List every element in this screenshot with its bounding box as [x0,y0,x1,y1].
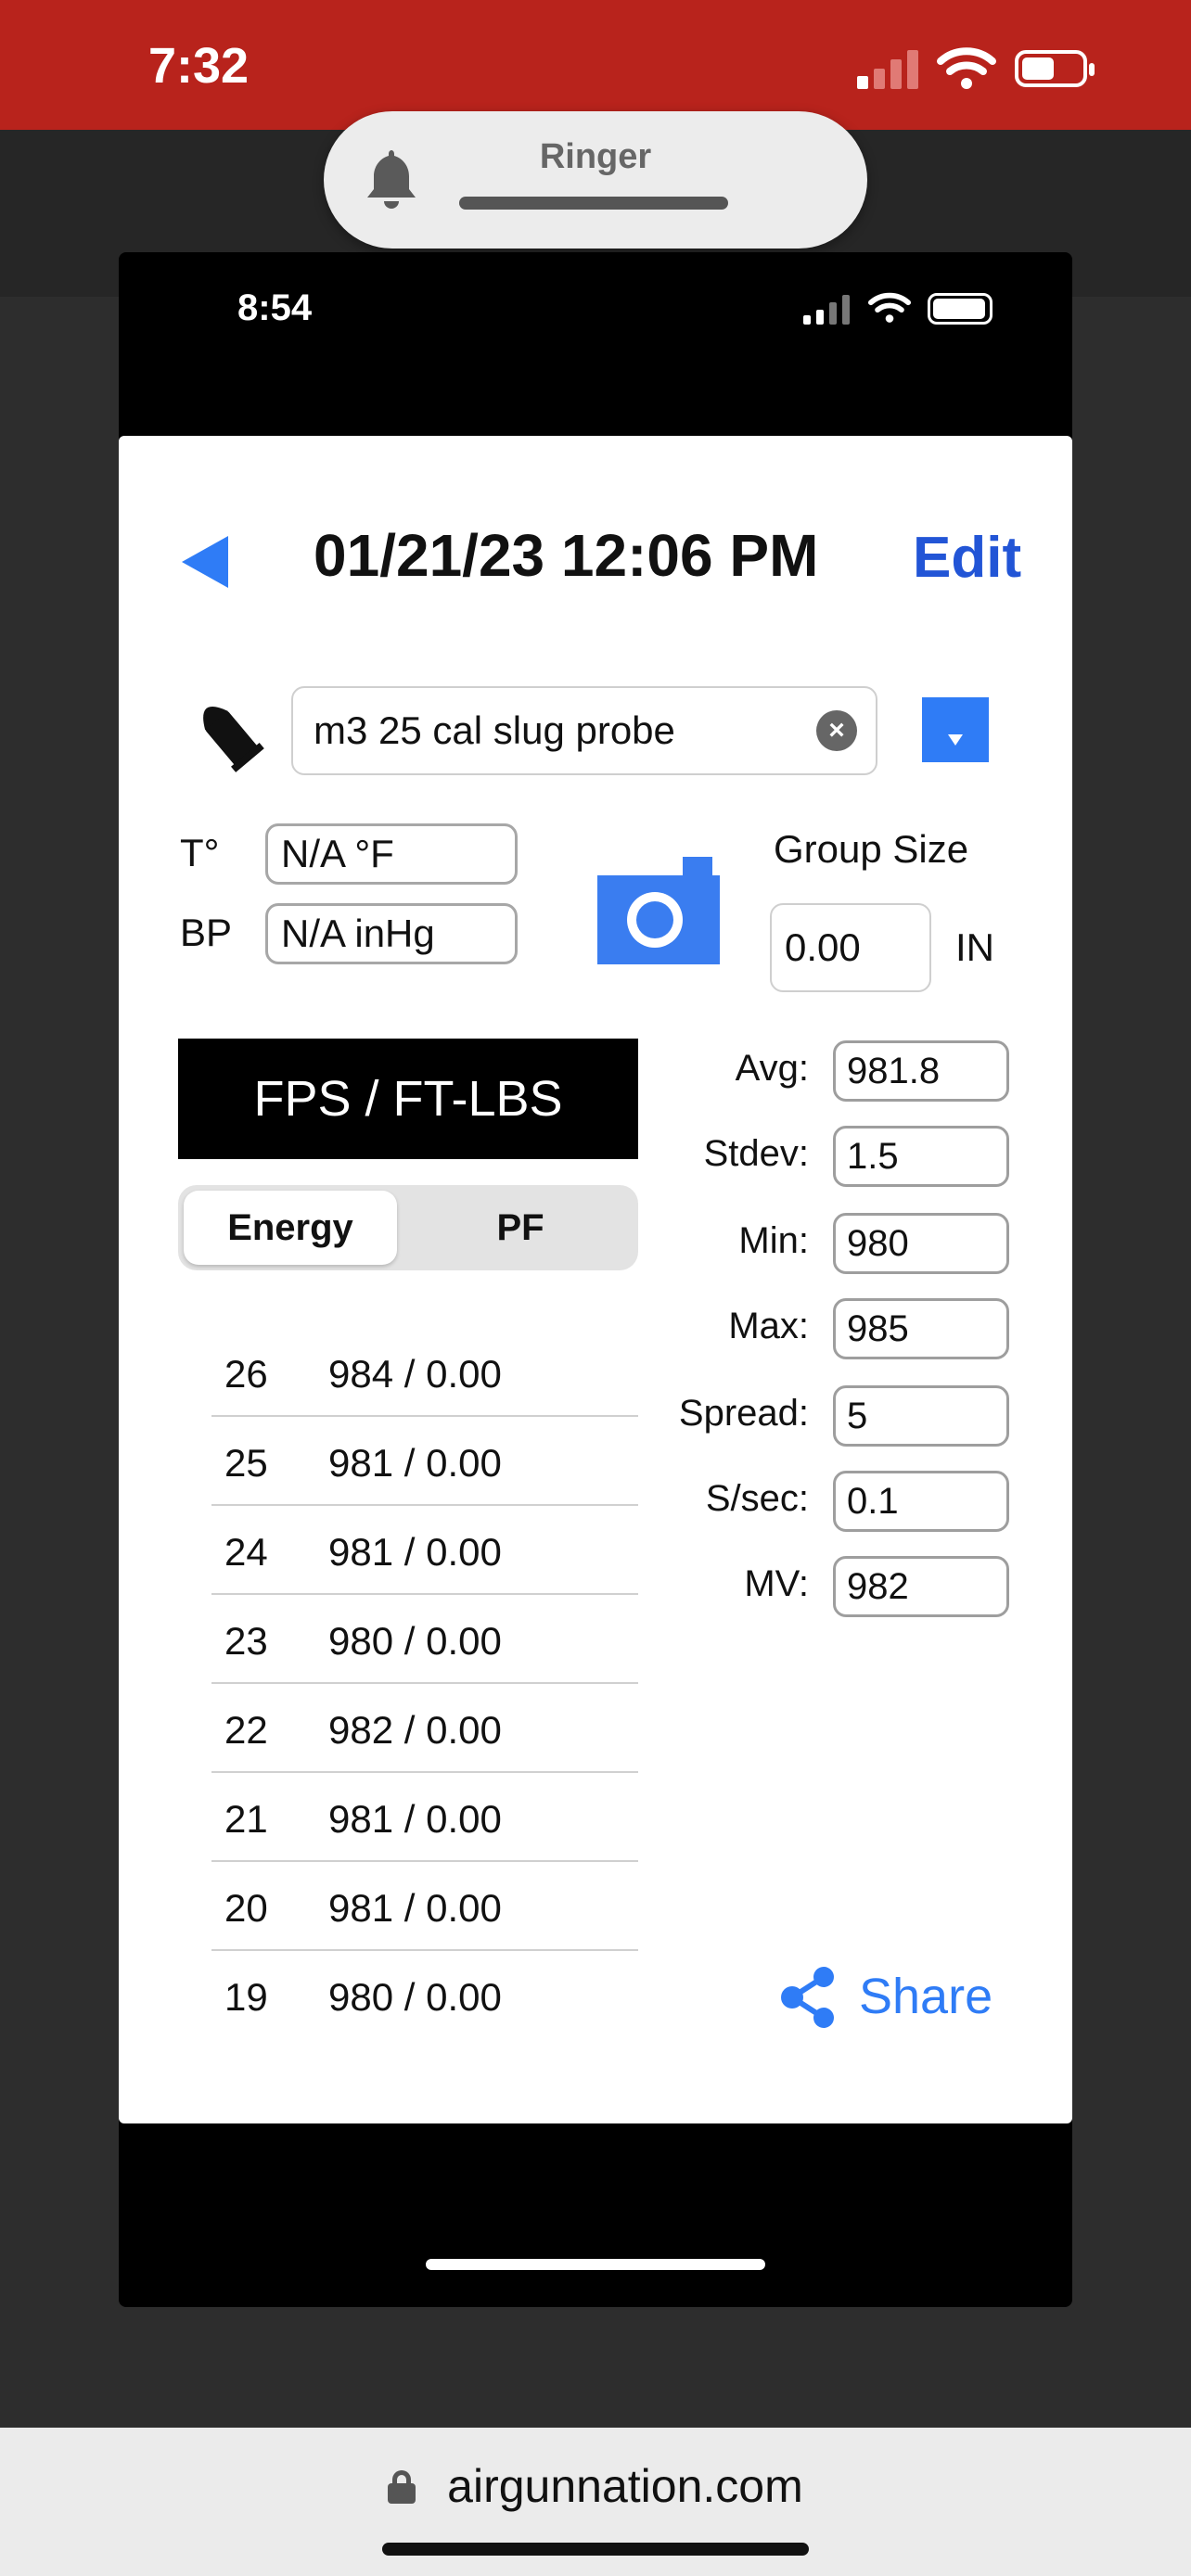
stat-mv-field[interactable]: 982 [833,1556,1009,1617]
group-size-field[interactable]: 0.00 [770,903,931,992]
inner-home-indicator[interactable] [426,2259,765,2270]
clear-icon[interactable]: × [816,710,857,751]
stat-min-field[interactable]: 980 [833,1213,1009,1274]
mode-header-label: FPS / FT-LBS [253,1071,563,1127]
shot-value: 981 / 0.00 [328,1797,502,1841]
shot-row[interactable]: 25 981 / 0.00 [211,1417,638,1506]
stat-avg-label: Avg: [735,1048,809,1089]
battery-icon [1015,50,1095,87]
shot-row[interactable]: 22 982 / 0.00 [211,1684,638,1773]
temp-value: N/A °F [281,832,394,875]
stat-min-label: Min: [738,1220,809,1261]
stat-avg-field[interactable]: 981.8 [833,1040,1009,1102]
back-arrow-icon[interactable] [178,532,232,592]
shot-row[interactable]: 21 981 / 0.00 [211,1773,638,1862]
shot-number: 20 [224,1886,268,1930]
group-size-value: 0.00 [785,925,861,969]
bp-value: N/A inHg [281,912,435,955]
session-datetime: 01/21/23 12:06 PM [314,522,819,589]
segment-energy[interactable]: Energy [184,1191,397,1265]
temp-label: T° [180,831,220,874]
stat-max-value: 985 [847,1307,909,1349]
bullet-icon [203,707,264,772]
stat-max-label: Max: [728,1306,809,1346]
shot-row[interactable]: 20 981 / 0.00 [211,1862,638,1951]
temp-field[interactable]: N/A °F [265,823,518,885]
shot-number: 19 [224,1975,268,2019]
stat-mv-value: 982 [847,1565,909,1607]
shot-value: 980 / 0.00 [328,1975,502,2019]
url-text: airgunnation.com [447,2459,803,2512]
shot-number: 21 [224,1797,268,1841]
stat-stdev-label: Stdev: [703,1133,809,1174]
edit-button[interactable]: Edit [913,525,1021,591]
stat-spread-value: 5 [847,1395,868,1436]
shot-value: 981 / 0.00 [328,1886,502,1930]
outer-status-bar: 7:32 [0,0,1191,130]
inner-wifi-icon [868,292,911,323]
segment-pf-label: PF [496,1207,544,1248]
shot-value: 984 / 0.00 [328,1352,502,1396]
group-size-unit: IN [955,925,994,969]
bp-label: BP [180,911,233,954]
segment-pf[interactable]: PF [408,1191,633,1265]
group-size-label: Group Size [774,827,969,871]
shot-value: 982 / 0.00 [328,1708,502,1752]
lock-icon [388,2469,416,2504]
shot-row[interactable]: 23 980 / 0.00 [211,1595,638,1684]
address-bar[interactable]: airgunnation.com [0,2455,1191,2513]
inner-battery-icon [928,293,992,325]
session-card: 01/21/23 12:06 PM Edit m3 25 cal slug pr… [119,436,1072,2123]
shot-number: 26 [224,1352,268,1396]
inner-time: 8:54 [237,287,313,328]
ringer-banner: Ringer [324,111,867,249]
ringer-label: Ringer [539,137,652,176]
stat-stdev-value: 1.5 [847,1135,899,1177]
shot-row[interactable]: 19 980 / 0.00 [211,1951,638,2040]
stat-ssec-field[interactable]: 0.1 [833,1471,1009,1532]
share-icon [781,1967,834,2028]
energy-pf-segment: Energy PF [178,1185,638,1270]
camera-icon[interactable] [597,857,720,964]
stat-avg-value: 981.8 [847,1050,941,1091]
outer-time: 7:32 [148,38,250,94]
shot-number: 25 [224,1441,268,1485]
shot-value: 981 / 0.00 [328,1441,502,1485]
home-indicator[interactable] [382,2543,809,2556]
browser-bottom-bar: airgunnation.com [0,2428,1191,2576]
inner-signal-icon [803,295,852,325]
stat-max-field[interactable]: 985 [833,1298,1009,1359]
stat-min-value: 980 [847,1222,909,1264]
stat-ssec-label: S/sec: [705,1478,809,1519]
stat-spread-field[interactable]: 5 [833,1385,1009,1447]
stat-ssec-value: 0.1 [847,1480,899,1522]
stat-stdev-field[interactable]: 1.5 [833,1126,1009,1187]
dropdown-icon[interactable] [922,697,989,762]
shot-number: 22 [224,1708,268,1752]
mode-header[interactable]: FPS / FT-LBS [178,1039,638,1159]
shot-value: 980 / 0.00 [328,1619,502,1663]
shot-number: 24 [224,1530,268,1574]
segment-energy-label: Energy [227,1207,353,1248]
bp-field[interactable]: N/A inHg [265,903,518,964]
signal-icon [857,48,922,89]
ammo-name-value: m3 25 cal slug probe [314,708,675,752]
shot-row[interactable]: 24 981 / 0.00 [211,1506,638,1595]
stat-mv-label: MV: [744,1563,809,1604]
wifi-icon [937,47,996,89]
stat-spread-label: Spread: [678,1393,809,1434]
share-button[interactable]: Share [779,1960,1020,2034]
ringer-volume-track [459,197,728,210]
shot-row[interactable]: 26 984 / 0.00 [211,1328,638,1417]
shot-number: 23 [224,1619,268,1663]
shot-value: 981 / 0.00 [328,1530,502,1574]
ammo-name-field[interactable]: m3 25 cal slug probe [291,686,877,775]
share-label: Share [859,1969,993,2024]
